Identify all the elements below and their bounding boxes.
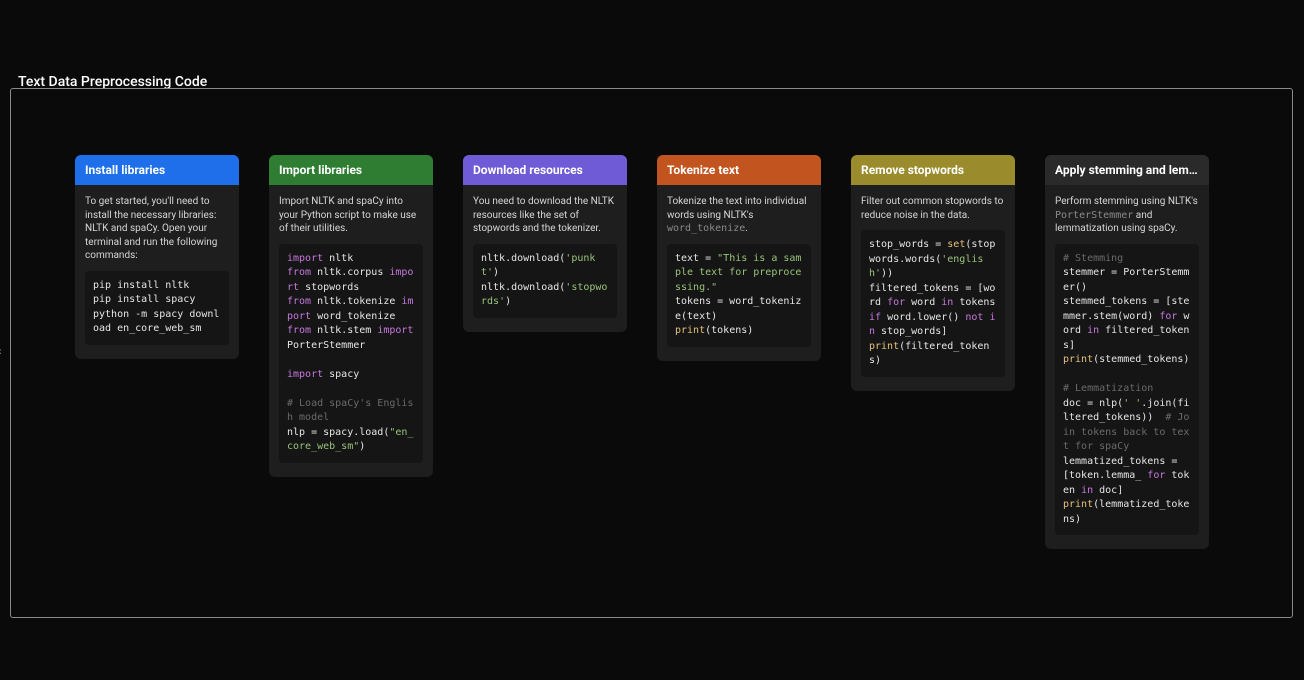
card-description: Tokenize the text into individual words … — [667, 195, 811, 236]
card-header: Remove stopwords — [851, 155, 1015, 185]
card-install-libraries[interactable]: Install libraries To get started, you'll… — [75, 155, 239, 359]
card-body: Filter out common stopwords to reduce no… — [851, 185, 1015, 391]
card-description: Perform stemming using NLTK's PorterStem… — [1055, 195, 1199, 236]
card-download-resources[interactable]: Download resources You need to download … — [463, 155, 627, 332]
card-body: You need to download the NLTK resources … — [463, 185, 627, 332]
card-body: To get started, you'll need to install t… — [75, 185, 239, 359]
code-block: nltk.download('punkt') nltk.download('st… — [473, 244, 617, 318]
code-block: text = "This is a sample text for prepro… — [667, 244, 811, 347]
card-stemming-lemmatization[interactable]: Apply stemming and lem… Perform stemming… — [1045, 155, 1209, 549]
card-body: Import NLTK and spaCy into your Python s… — [269, 185, 433, 477]
card-body: Perform stemming using NLTK's PorterStem… — [1045, 185, 1209, 549]
content-frame: Install libraries To get started, you'll… — [10, 88, 1293, 618]
card-import-libraries[interactable]: Import libraries Import NLTK and spaCy i… — [269, 155, 433, 477]
card-description: To get started, you'll need to install t… — [85, 195, 229, 263]
card-description: You need to download the NLTK resources … — [473, 195, 617, 236]
code-block: pip install nltk pip install spacy pytho… — [85, 271, 229, 345]
card-columns: Install libraries To get started, you'll… — [75, 155, 1228, 549]
code-block: import nltk from nltk.corpus import stop… — [279, 244, 423, 463]
card-body: Tokenize the text into individual words … — [657, 185, 821, 361]
card-remove-stopwords[interactable]: Remove stopwords Filter out common stopw… — [851, 155, 1015, 391]
scroll-left-indicator: ‹ — [0, 345, 6, 357]
card-header: Import libraries — [269, 155, 433, 185]
card-header: Download resources — [463, 155, 627, 185]
card-header: Tokenize text — [657, 155, 821, 185]
card-header: Install libraries — [75, 155, 239, 185]
card-description: Filter out common stopwords to reduce no… — [861, 195, 1005, 222]
card-tokenize-text[interactable]: Tokenize text Tokenize the text into ind… — [657, 155, 821, 361]
code-block: stop_words = set(stopwords.words('englis… — [861, 230, 1005, 377]
card-description: Import NLTK and spaCy into your Python s… — [279, 195, 423, 236]
code-block: # Stemming stemmer = PorterStemmer() ste… — [1055, 244, 1199, 536]
card-header: Apply stemming and lem… — [1045, 155, 1209, 185]
